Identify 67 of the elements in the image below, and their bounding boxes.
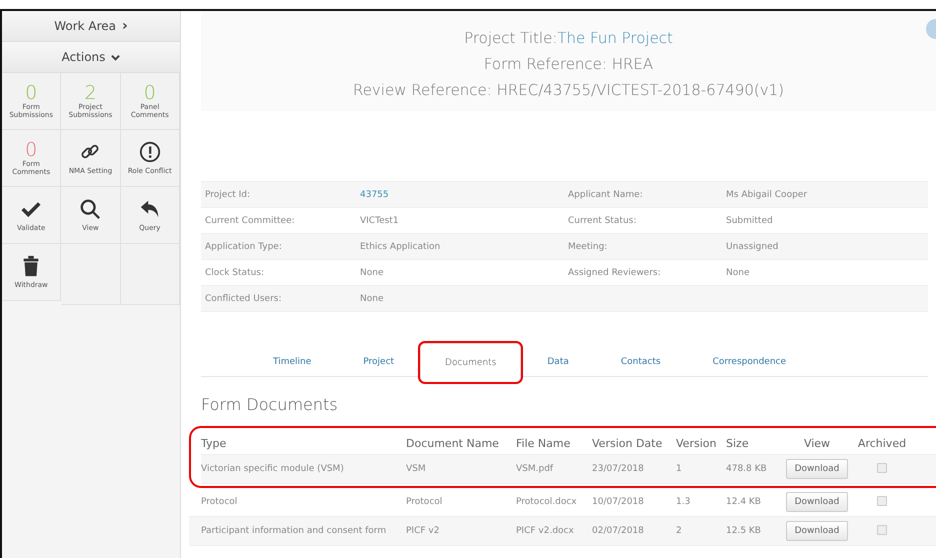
tab[interactable]: Documents [420,342,522,382]
column-header: Version [676,436,718,450]
column-header: Archived [856,436,908,450]
archived-checkbox[interactable] [877,496,887,506]
field-value: Ms Abigail Cooper [726,190,808,200]
table-cell-text: 2 [676,526,683,536]
table-cell-text: 1 [676,464,683,474]
table-cell-text: 23/07/2018 [592,464,645,474]
table-cell-text: PICF v2.docx [516,526,575,536]
project-title-label: Project Title:The Fun Project [464,28,673,49]
table-cell-text: Participant information and consent form [201,526,388,536]
table-cell-text: Victorian specific module (VSM) [201,464,345,474]
field-value: None [360,268,384,278]
field-value: VICTest1 [360,216,400,226]
field-label: Conflicted Users: [204,294,282,304]
column-header: File Name [516,436,572,450]
count-number: 0 [25,140,38,160]
review-reference: Review Reference: HREC/43755/VICTEST-2018-67490(v1) [352,80,784,101]
section-title: Form Documents [201,395,339,414]
archived-checkbox[interactable] [877,524,887,534]
count-number: 0 [144,83,156,103]
tab[interactable]: Contacts [594,349,687,375]
field-value: Unassigned [726,242,780,252]
table-cell-text: 478.8 KB [726,464,768,474]
table-cell-text: Protocol [201,497,238,507]
table-cell-text: PICF v2 [406,526,440,536]
form-reference: Form Reference: HREA [484,54,654,75]
field-value: None [726,268,750,278]
count-number: 2 [84,83,97,103]
count-number: 0 [25,83,38,103]
field-value: Ethics Application [360,242,442,252]
tab[interactable]: Correspondence [686,349,812,375]
tab[interactable]: Data [521,349,595,375]
field-label: Applicant Name: [568,190,644,200]
archived-checkbox[interactable] [877,462,887,472]
exclamation-circle-icon [138,141,161,163]
download-button[interactable]: Download [786,492,848,512]
table-cell-text: 12.5 KB [726,526,762,536]
table-cell-text: Protocol [406,497,444,507]
table-cell-text: VSM.pdf [516,464,554,474]
table-cell-text: 12.4 KB [726,497,762,507]
table-cell-text: 1.3 [676,497,692,507]
field-label: Meeting: [568,242,608,252]
field-label: Current Committee: [204,216,296,226]
column-header: View [802,436,832,450]
tab[interactable]: Project [337,349,420,375]
column-header: Version Date [592,436,664,450]
table-cell-text: 02/07/2018 [592,526,645,536]
table-cell-text: 10/07/2018 [592,497,645,507]
tab[interactable]: Timeline [246,349,338,375]
field-value: Submitted [726,216,774,226]
column-header: Size [726,436,750,450]
table-cell-text: VSM [406,464,427,474]
download-button[interactable]: Download [786,521,848,541]
column-header: Document Name [406,436,500,450]
column-header: Type [201,436,228,450]
field-label: Project Id: [204,190,252,200]
table-cell-text: Protocol.docx [516,497,578,507]
search-icon [79,198,102,220]
field-label: Current Status: [568,216,638,226]
download-button[interactable]: Download [786,459,848,479]
field-value: None [360,294,384,304]
field-label: Application Type: [204,242,283,252]
project-title: The Fun Project [557,29,673,47]
chevron-icon [111,52,120,62]
field-label: Assigned Reviewers: [568,268,662,278]
field-label: Clock Status: [204,268,266,278]
